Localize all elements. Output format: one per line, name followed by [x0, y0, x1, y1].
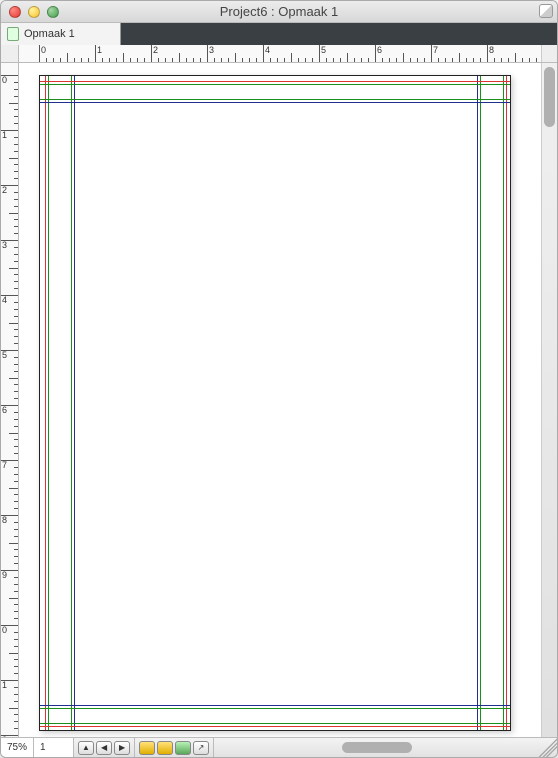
close-button[interactable]: [9, 6, 21, 18]
minimize-button[interactable]: [28, 6, 40, 18]
blue-vertical-guide[interactable]: [477, 76, 478, 730]
ruler-label: 9: [2, 570, 7, 580]
zoom-field[interactable]: 75%: [1, 738, 34, 757]
work-area: 0 1 2 3 4 5 6 7 8 0 1 2 3 4 5 6 7 8 9 0 1 2: [1, 45, 557, 737]
window-controls: [1, 6, 59, 18]
ruler-label: 8: [489, 45, 494, 55]
green-vertical-guide[interactable]: [480, 76, 481, 730]
tab-label: Opmaak 1: [24, 28, 75, 40]
ruler-label: 4: [2, 295, 7, 305]
horizontal-ruler[interactable]: 0 1 2 3 4 5 6 7 8: [19, 45, 541, 62]
green-vertical-guide[interactable]: [71, 76, 72, 730]
ruler-end-cap: [541, 45, 557, 62]
view-mode-group: ↗: [135, 738, 214, 757]
red-horizontal-guide[interactable]: [40, 726, 510, 727]
ruler-label: 2: [153, 45, 158, 55]
ruler-label: 4: [265, 45, 270, 55]
page[interactable]: [39, 75, 511, 731]
horizontal-scroll-thumb[interactable]: [342, 742, 412, 753]
page-up-button[interactable]: ▲: [78, 741, 94, 755]
ruler-label: 6: [377, 45, 382, 55]
proxy-icon[interactable]: [539, 4, 553, 18]
vertical-ruler[interactable]: 0 1 2 3 4 5 6 7 8 9 0 1 2: [1, 63, 19, 737]
ruler-label: 3: [209, 45, 214, 55]
ruler-label: 0: [2, 625, 7, 635]
tab-bar: Opmaak 1: [1, 23, 557, 45]
horizontal-scrollbar[interactable]: [214, 738, 539, 757]
red-vertical-guide[interactable]: [45, 76, 46, 730]
green-horizontal-guide[interactable]: [40, 84, 510, 85]
app-window: Project6 : Opmaak 1 Opmaak 1 0 1 2 3 4 5 6 7 8 0…: [0, 0, 558, 758]
red-horizontal-guide[interactable]: [40, 81, 510, 82]
ruler-label: 5: [2, 350, 7, 360]
ruler-origin[interactable]: [1, 45, 19, 62]
ruler-label: 0: [41, 45, 46, 55]
status-bar: 75% 1 ▲ ◀ ▶ ↗: [1, 737, 557, 757]
ruler-label: 2: [2, 185, 7, 195]
ruler-label: 5: [321, 45, 326, 55]
zoom-value: 75%: [7, 742, 27, 753]
ruler-label: 1: [2, 130, 7, 140]
blue-vertical-guide[interactable]: [74, 76, 75, 730]
vertical-scrollbar[interactable]: [541, 63, 557, 737]
view-mode-2-button[interactable]: [157, 741, 173, 755]
layout-tab[interactable]: Opmaak 1: [1, 23, 121, 45]
document-icon: [7, 27, 19, 41]
green-vertical-guide[interactable]: [48, 76, 49, 730]
ruler-label: 7: [433, 45, 438, 55]
page-nav: ▲ ◀ ▶: [74, 738, 135, 757]
ruler-label: 1: [2, 680, 7, 690]
ruler-label: 3: [2, 240, 7, 250]
export-button[interactable]: ↗: [193, 741, 209, 755]
zoom-button[interactable]: [47, 6, 59, 18]
view-mode-3-button[interactable]: [175, 741, 191, 755]
ruler-label: 6: [2, 405, 7, 415]
page-field[interactable]: 1: [34, 738, 74, 757]
red-vertical-guide[interactable]: [506, 76, 507, 730]
ruler-label: 7: [2, 460, 7, 470]
resize-grip[interactable]: [539, 738, 557, 757]
blue-horizontal-guide[interactable]: [40, 102, 510, 103]
view-mode-1-button[interactable]: [139, 741, 155, 755]
page-value: 1: [40, 742, 46, 753]
ruler-label: 1: [97, 45, 102, 55]
blue-horizontal-guide[interactable]: [40, 705, 510, 706]
green-horizontal-guide[interactable]: [40, 723, 510, 724]
prev-page-button[interactable]: ◀: [96, 741, 112, 755]
ruler-label: 2: [2, 735, 7, 737]
green-horizontal-guide[interactable]: [40, 99, 510, 100]
green-horizontal-guide[interactable]: [40, 708, 510, 709]
ruler-label: 0: [2, 75, 7, 85]
titlebar[interactable]: Project6 : Opmaak 1: [1, 1, 557, 23]
window-title: Project6 : Opmaak 1: [1, 4, 557, 19]
green-vertical-guide[interactable]: [503, 76, 504, 730]
ruler-label: 8: [2, 515, 7, 525]
next-page-button[interactable]: ▶: [114, 741, 130, 755]
vertical-scroll-thumb[interactable]: [544, 67, 555, 127]
canvas[interactable]: [19, 63, 541, 737]
